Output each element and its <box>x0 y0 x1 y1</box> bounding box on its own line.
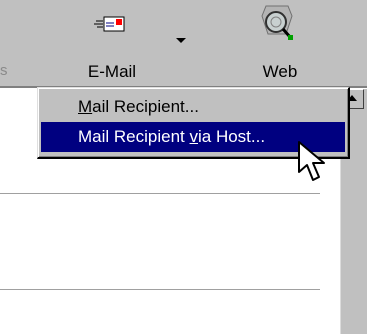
menu-item-accelerator: v <box>189 127 199 146</box>
toolbar: s E-Mail Web <box>0 0 367 86</box>
email-label: E-Mail <box>87 62 137 81</box>
web-button[interactable]: Web <box>238 4 322 84</box>
mouse-pointer-icon <box>297 140 331 191</box>
email-button[interactable]: E-Mail <box>66 6 158 84</box>
dropdown-arrow-icon[interactable] <box>176 38 186 43</box>
menu-item-accelerator: M <box>78 97 93 116</box>
web-globe-icon <box>257 4 297 53</box>
email-icon <box>93 14 127 45</box>
toolbar-cut-label: s <box>0 62 8 79</box>
content-divider <box>0 193 320 194</box>
content-divider <box>0 289 320 290</box>
menu-item-text: ail Recipient... <box>92 97 199 116</box>
web-label: Web <box>262 62 298 81</box>
menu-item-text: ia Host... <box>198 127 266 146</box>
menu-item-text: Mail Recipient <box>78 127 190 146</box>
menu-item-mail-recipient[interactable]: Mail Recipient... <box>41 92 345 122</box>
